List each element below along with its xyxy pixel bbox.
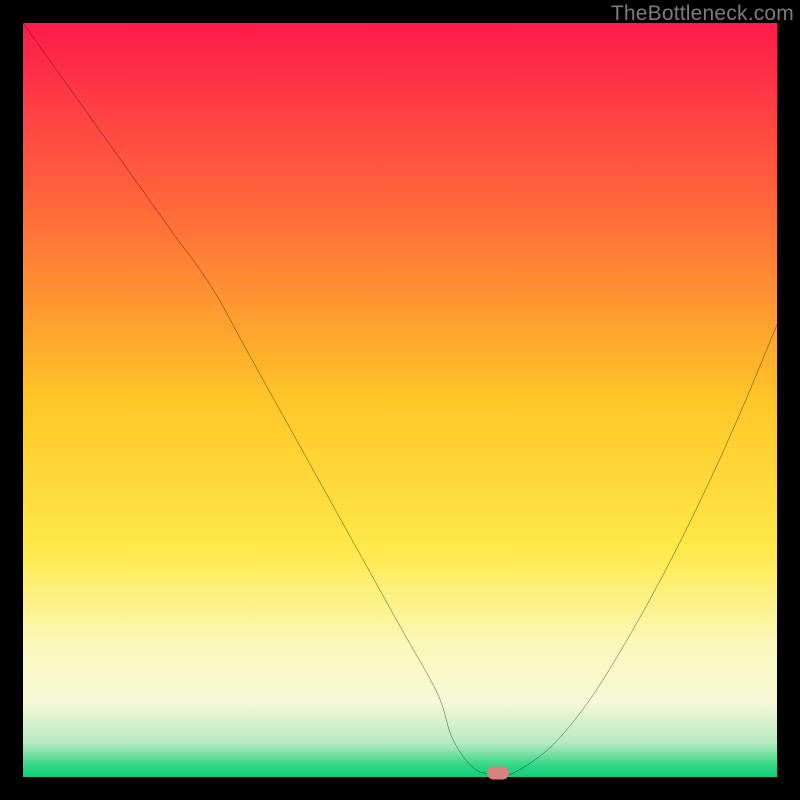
chart-frame: TheBottleneck.com: [0, 0, 800, 800]
plot-area: [23, 23, 777, 777]
bottleneck-curve: [23, 23, 777, 777]
optimum-marker: [487, 767, 509, 780]
watermark: TheBottleneck.com: [611, 2, 794, 26]
